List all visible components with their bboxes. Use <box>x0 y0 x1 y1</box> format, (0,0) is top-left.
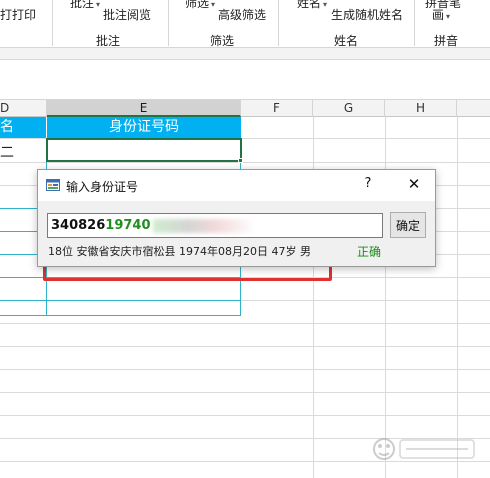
grid-line <box>0 369 490 370</box>
active-cell-e[interactable] <box>46 138 242 162</box>
chevron-down-icon: ▾ <box>211 0 216 9</box>
group-label-name: 姓名 <box>334 34 359 48</box>
column-header-g[interactable]: G <box>313 100 385 117</box>
header-cell-name[interactable]: 名 <box>0 117 46 138</box>
name-label: 姓名 <box>297 0 322 10</box>
spreadsheet-grid[interactable]: D E F G H 名 身份证号码 二 <box>0 100 490 478</box>
group-label-annotate: 批注 <box>96 34 121 48</box>
ribbon-separator <box>52 0 53 46</box>
print-button[interactable]: 打打印 <box>0 6 36 23</box>
group-label-pinyin: 拼音 <box>434 34 459 48</box>
group-label-filter: 筛选 <box>210 34 235 48</box>
ribbon-separator <box>414 0 415 46</box>
random-name-button[interactable]: 生成随机姓名 <box>331 6 403 23</box>
ribbon: 打打印 批注 ▾ 批注阅览 筛选 ▾ 高级筛选 姓名 ▾ 生成随机姓名 拼音笔 画 ▾ … <box>0 0 490 48</box>
fill-handle[interactable] <box>238 158 243 163</box>
formula-bar-area <box>0 60 490 100</box>
ribbon-collapse-strip <box>0 48 490 60</box>
id-number-input[interactable]: 34082619740 <box>47 213 383 238</box>
annotate-label: 批注 <box>70 0 95 10</box>
id-birth-year-text: 19740 <box>105 218 151 233</box>
column-header-e[interactable]: E <box>47 100 241 117</box>
validation-status: 正确 <box>357 245 382 259</box>
filter-dropdown[interactable]: 筛选 ▾ <box>185 0 215 11</box>
name-dropdown[interactable]: 姓名 ▾ <box>297 0 327 11</box>
column-header-d[interactable]: D <box>0 100 47 117</box>
table-border <box>0 315 241 316</box>
grid-line <box>0 415 490 416</box>
grid-line <box>0 346 490 347</box>
column-header-i[interactable] <box>457 100 490 117</box>
advanced-filter-button[interactable]: 高级筛选 <box>218 6 266 23</box>
pinyin-strokes-dropdown[interactable]: 画 ▾ <box>432 6 450 23</box>
close-button[interactable]: ✕ <box>404 175 424 193</box>
column-header-f[interactable]: F <box>241 100 313 117</box>
form-icon <box>46 179 60 191</box>
help-button[interactable]: ? <box>360 176 376 191</box>
grid-line <box>0 392 490 393</box>
chevron-down-icon: ▾ <box>323 0 328 9</box>
grid-line <box>0 162 490 163</box>
confirm-button[interactable]: 确定 <box>390 212 426 238</box>
id-parse-info: 18位 安徽省安庆市宿松县 1974年08月20日 47岁 男 <box>48 245 311 258</box>
filter-label: 筛选 <box>185 0 210 10</box>
grid-line <box>457 117 458 478</box>
dialog-title-bar[interactable]: 输入身份证号 ? ✕ <box>38 170 435 201</box>
chevron-down-icon: ▾ <box>96 0 101 9</box>
column-header-h[interactable]: H <box>385 100 457 117</box>
chevron-down-icon: ▾ <box>446 12 451 21</box>
header-cell-id-number[interactable]: 身份证号码 <box>47 117 241 138</box>
ribbon-separator <box>278 0 279 46</box>
grid-line <box>0 323 490 324</box>
id-prefix-text: 340826 <box>51 218 106 233</box>
dialog-title: 输入身份证号 <box>66 180 139 194</box>
table-border <box>0 300 241 301</box>
annotate-dropdown[interactable]: 批注 ▾ <box>70 0 100 11</box>
redacted-blur <box>152 218 253 233</box>
cell-d-row1[interactable]: 二 <box>0 142 14 162</box>
ribbon-separator <box>168 0 169 46</box>
id-input-dialog: 输入身份证号 ? ✕ 34082619740 确定 18位 安徽省安庆市宿松县 … <box>37 169 436 267</box>
pinyin-strokes-label: 画 <box>432 8 445 22</box>
annotate-browse-button[interactable]: 批注阅览 <box>103 6 151 23</box>
watermark-logo <box>373 438 475 460</box>
